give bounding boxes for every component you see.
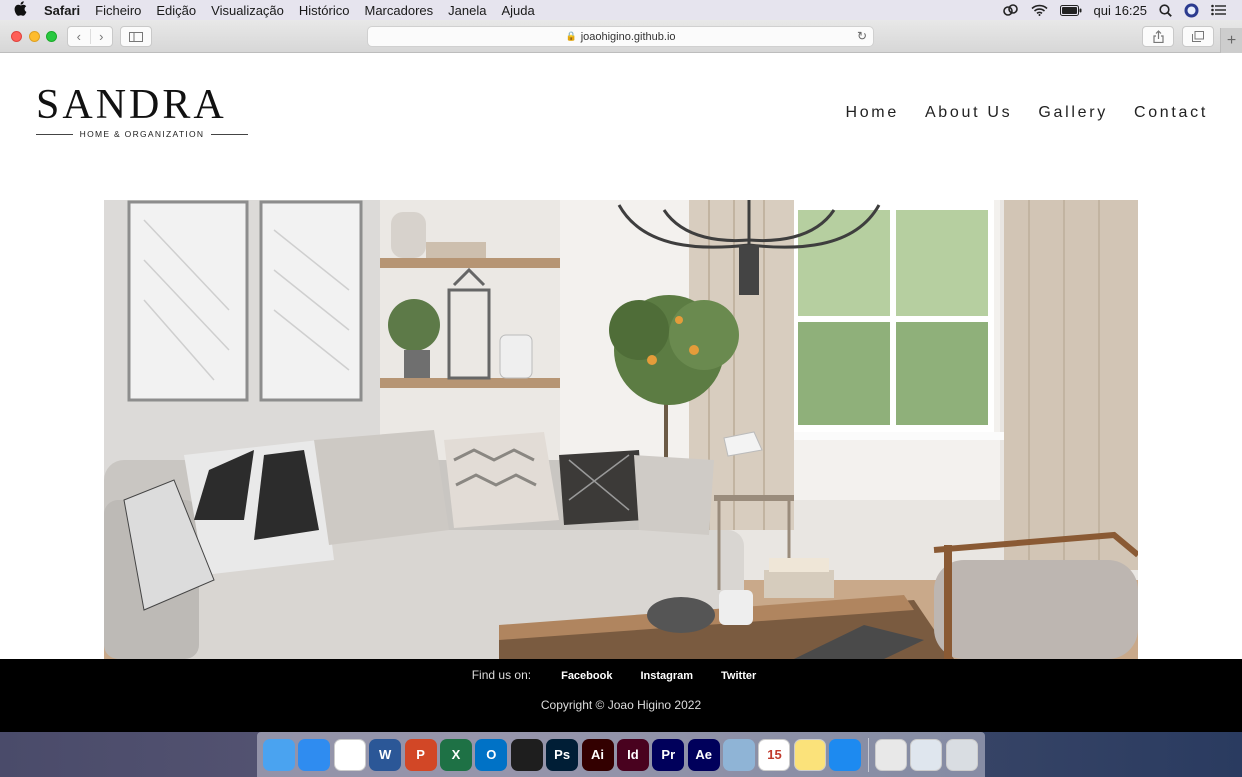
sidebar-icon <box>129 31 143 42</box>
menu-file[interactable]: Ficheiro <box>95 3 141 18</box>
calendar-icon[interactable]: 15 <box>758 738 791 771</box>
instagram-link[interactable]: Instagram <box>640 670 693 682</box>
menu-window[interactable]: Janela <box>448 3 486 18</box>
site-logo[interactable]: SANDRA HOME & ORGANIZATION <box>36 82 249 139</box>
spotlight-search-icon[interactable] <box>1159 3 1172 17</box>
macos-dock: W P X O Ps Ai Id Pr Ae 15 <box>257 732 985 777</box>
indesign-icon[interactable]: Id <box>616 738 649 771</box>
forward-button[interactable]: › <box>91 29 113 44</box>
battery-icon[interactable] <box>1059 4 1082 16</box>
trash-icon[interactable] <box>945 738 978 771</box>
menu-history[interactable]: Histórico <box>299 3 350 18</box>
finder-icon[interactable] <box>263 738 295 771</box>
history-nav-group: ‹ › <box>67 26 113 47</box>
share-button[interactable] <box>1142 26 1174 47</box>
premiere-icon[interactable]: Pr <box>652 738 685 771</box>
menu-help[interactable]: Ajuda <box>501 3 534 18</box>
logo-tagline: HOME & ORGANIZATION <box>79 129 205 139</box>
close-window-button[interactable] <box>11 31 22 42</box>
browser-toolbar: ‹ › 🔒 joaohigino.github.io ↻ + <box>0 20 1242 53</box>
creative-cloud-icon[interactable] <box>1002 4 1019 16</box>
menu-app-name[interactable]: Safari <box>44 3 80 18</box>
photoshop-icon[interactable]: Ps <box>546 738 579 771</box>
fullscreen-window-button[interactable] <box>46 31 57 42</box>
microsoft-office-icon[interactable] <box>875 738 908 771</box>
nav-about-link[interactable]: About Us <box>925 104 1012 122</box>
lock-icon: 🔒 <box>565 31 577 41</box>
outlook-icon[interactable]: O <box>475 738 508 771</box>
preview-icon[interactable] <box>723 738 756 771</box>
site-footer: Find us on: Facebook Instagram Twitter C… <box>0 659 1242 732</box>
powerpoint-icon[interactable]: P <box>404 738 437 771</box>
appstore-icon[interactable] <box>829 738 862 771</box>
logo-tagline-row: HOME & ORGANIZATION <box>36 129 249 139</box>
nav-gallery-link[interactable]: Gallery <box>1038 104 1108 122</box>
apple-icon[interactable] <box>14 1 34 19</box>
reload-icon[interactable]: ↻ <box>857 29 867 43</box>
safari-window: ‹ › 🔒 joaohigino.github.io ↻ + SANDRA HO… <box>0 20 1242 732</box>
macos-menu-bar: Safari Ficheiro Edição Visualização Hist… <box>0 0 1242 20</box>
social-links-row: Find us on: Facebook Instagram Twitter <box>0 668 1242 682</box>
menubar-clock[interactable]: qui 16:25 <box>1094 3 1148 18</box>
menu-bookmarks[interactable]: Marcadores <box>364 3 433 18</box>
illustrator-icon[interactable]: Ai <box>581 738 614 771</box>
safari-icon[interactable] <box>298 738 331 771</box>
address-bar[interactable]: 🔒 joaohigino.github.io ↻ <box>367 26 874 47</box>
sidebar-toggle-button[interactable] <box>120 26 152 47</box>
logo-divider-left <box>36 133 73 135</box>
dock-separator <box>867 737 869 772</box>
downloads-stack-icon[interactable] <box>910 738 943 771</box>
word-icon[interactable]: W <box>369 738 402 771</box>
excel-icon[interactable]: X <box>439 738 472 771</box>
nav-home-link[interactable]: Home <box>845 104 898 122</box>
wifi-icon[interactable] <box>1030 4 1048 16</box>
web-page: SANDRA HOME & ORGANIZATION Home About Us… <box>0 53 1242 732</box>
logo-wordmark: SANDRA <box>36 82 227 128</box>
nav-contact-link[interactable]: Contact <box>1134 104 1208 122</box>
notes-icon[interactable] <box>793 738 826 771</box>
find-us-label: Find us on: <box>471 668 532 682</box>
hero-living-room-image <box>104 200 1138 659</box>
new-tab-button[interactable]: + <box>1220 28 1242 53</box>
copyright-text: Copyright © Joao Higino 2022 <box>540 698 702 712</box>
main-navigation: Home About Us Gallery Contact <box>845 104 1208 122</box>
logo-divider-right <box>211 133 249 135</box>
menu-edit[interactable]: Edição <box>156 3 196 18</box>
facebook-link[interactable]: Facebook <box>561 670 612 682</box>
figma-icon[interactable] <box>510 738 543 771</box>
tab-overview-icon <box>1192 31 1204 42</box>
control-center-icon[interactable] <box>1211 4 1226 16</box>
chrome-icon[interactable] <box>333 738 366 771</box>
share-icon <box>1152 30 1164 43</box>
user-avatar-icon[interactable] <box>1184 3 1199 18</box>
aftereffects-icon[interactable]: Ae <box>687 738 720 771</box>
twitter-link[interactable]: Twitter <box>721 670 756 682</box>
menu-view[interactable]: Visualização <box>211 3 284 18</box>
back-button[interactable]: ‹ <box>68 29 91 44</box>
minimize-window-button[interactable] <box>29 31 40 42</box>
tab-overview-button[interactable] <box>1182 26 1214 47</box>
address-url: joaohigino.github.io <box>580 30 676 43</box>
